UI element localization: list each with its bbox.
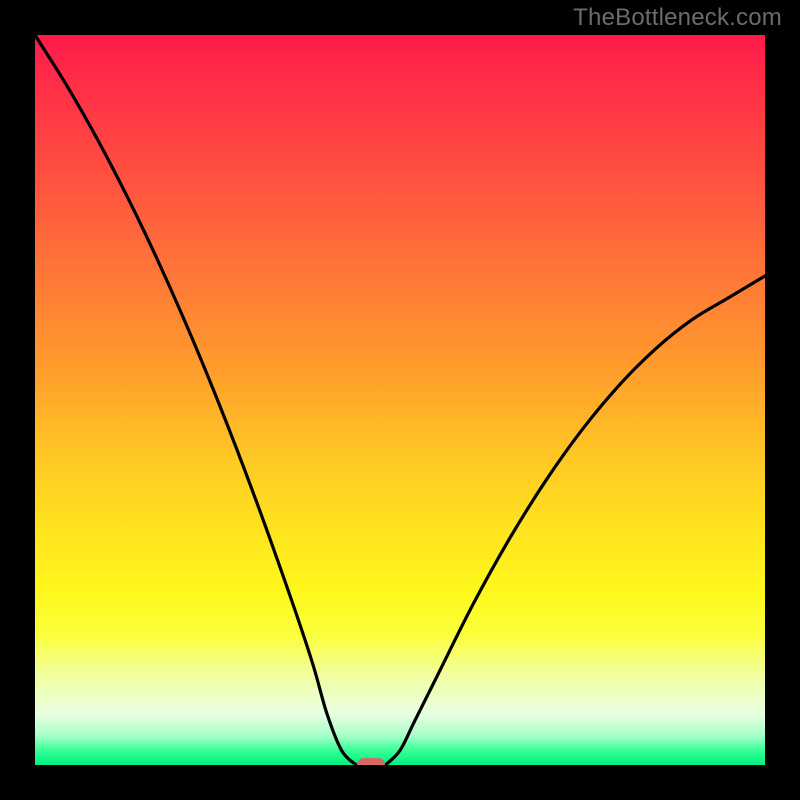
chart-frame: TheBottleneck.com: [0, 0, 800, 800]
plot-area: [35, 35, 765, 765]
curve-layer: [35, 35, 765, 765]
bottleneck-curve: [35, 35, 765, 765]
optimum-marker: [357, 758, 385, 765]
watermark-text: TheBottleneck.com: [573, 4, 782, 32]
